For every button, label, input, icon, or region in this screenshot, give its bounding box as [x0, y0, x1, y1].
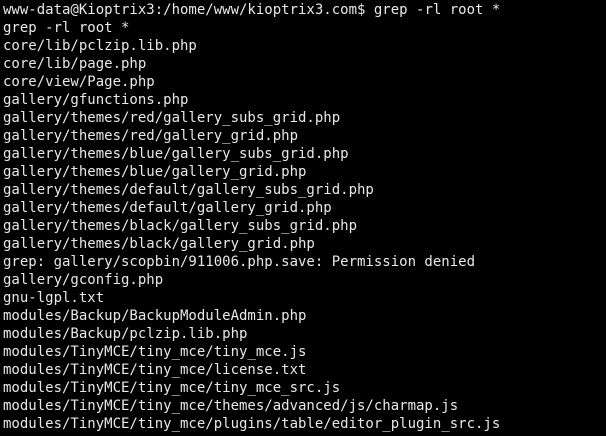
output-line: gallery/themes/default/gallery_grid.php	[3, 200, 332, 216]
output-line: gnu-lgpl.txt	[3, 290, 105, 306]
prompt-line: www-data@Kioptrix3:/home/www/kioptrix3.c…	[3, 1, 606, 19]
output-line: gallery/themes/red/gallery_grid.php	[3, 128, 299, 144]
output-line: gallery/themes/red/gallery_subs_grid.php	[3, 110, 341, 126]
output-line: modules/TinyMCE/tiny_mce/tiny_mce.js	[3, 344, 307, 360]
terminal-window[interactable]: www-data@Kioptrix3:/home/www/kioptrix3.c…	[0, 0, 606, 436]
output-line: core/lib/page.php	[3, 56, 147, 72]
output-line: modules/TinyMCE/tiny_mce/license.txt	[3, 362, 307, 378]
typed-command: grep -rl root *	[373, 2, 501, 18]
output-line: modules/Backup/pclzip.lib.php	[3, 326, 248, 342]
output-line: gallery/themes/default/gallery_subs_grid…	[3, 182, 374, 198]
output-line: modules/TinyMCE/tiny_mce/themes/advanced…	[3, 398, 459, 414]
output-line: core/lib/pclzip.lib.php	[3, 38, 197, 54]
output-line: modules/TinyMCE/tiny_mce/plugins/table/e…	[3, 416, 501, 432]
output-line: modules/TinyMCE/tiny_mce/tiny_mce_src.js	[3, 380, 341, 396]
output-line: gallery/themes/black/gallery_grid.php	[3, 236, 315, 252]
output-line: gallery/gfunctions.php	[3, 92, 189, 108]
output-line: gallery/themes/blue/gallery_grid.php	[3, 164, 307, 180]
output-line: modules/Backup/BackupModuleAdmin.php	[3, 308, 307, 324]
output-line: core/view/Page.php	[3, 74, 155, 90]
shell-prompt: www-data@Kioptrix3:/home/www/kioptrix3.c…	[3, 2, 374, 18]
output-line: gallery/themes/black/gallery_subs_grid.p…	[3, 218, 358, 234]
error-line: grep: gallery/scopbin/911006.php.save: P…	[3, 254, 476, 270]
output-line: gallery/gconfig.php	[3, 272, 164, 288]
output-line: gallery/themes/blue/gallery_subs_grid.ph…	[3, 146, 349, 162]
output-line: grep -rl root *	[3, 20, 130, 36]
